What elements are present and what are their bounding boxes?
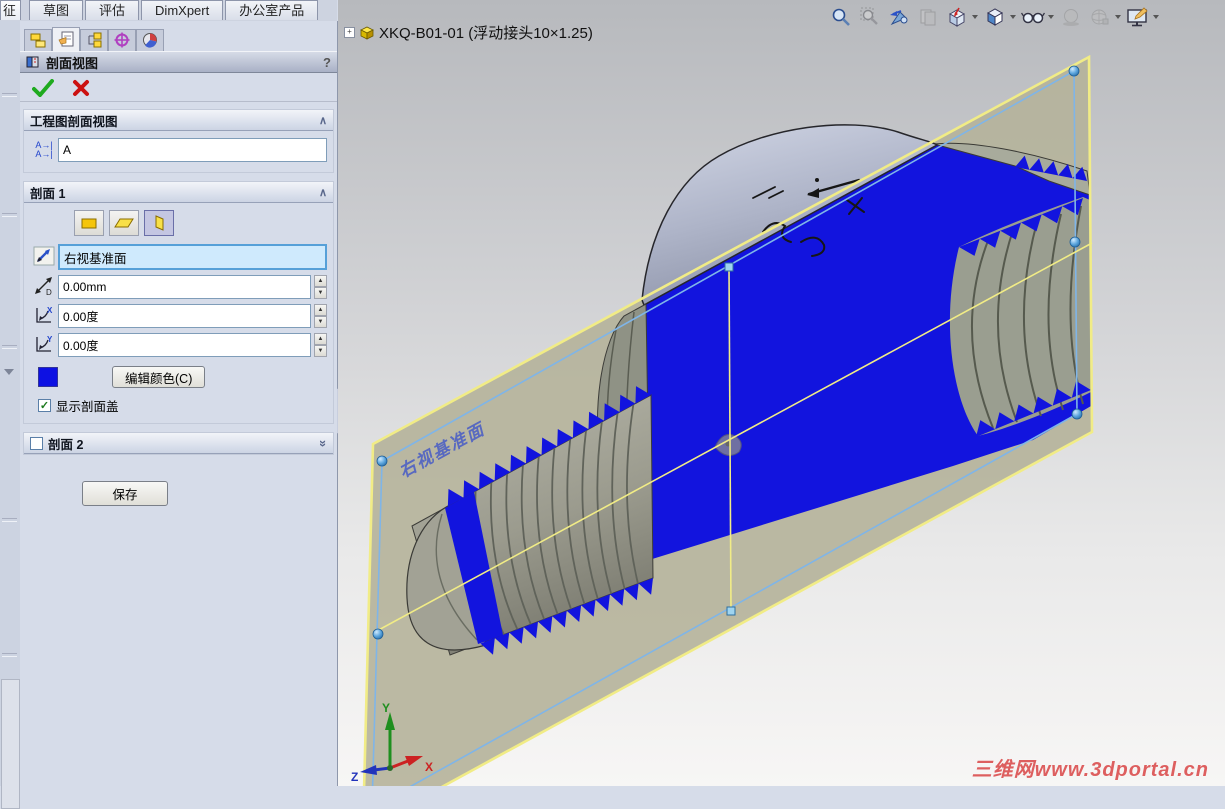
plane-handle-sphere[interactable] xyxy=(376,455,388,467)
section-label-icon: A→| A→| xyxy=(35,140,53,159)
model-scene: 右视基准面 Y X Z xyxy=(351,54,1094,786)
collapsed-feature-tree-strip xyxy=(0,21,21,809)
triad-y-label: Y xyxy=(382,701,390,715)
save-button[interactable]: 保存 xyxy=(82,481,168,506)
expand-chevron-icon[interactable]: » xyxy=(316,439,331,446)
view-orientation-icon[interactable] xyxy=(983,5,1007,29)
group-header[interactable]: 剖面 1 ∧ xyxy=(24,182,333,203)
view-toolbar xyxy=(829,5,1159,29)
dropdown-arrow-icon[interactable] xyxy=(1115,15,1121,19)
zoom-selection-icon[interactable] xyxy=(887,5,911,29)
tab-evaluate[interactable]: 评估 xyxy=(85,0,140,20)
strip-divider xyxy=(2,213,17,217)
flyout-feature-tree[interactable]: + XKQ-B01-01 (浮动接头10×1.25) xyxy=(344,22,593,43)
display-manager-tab[interactable] xyxy=(136,29,164,51)
dropdown-arrow-icon[interactable] xyxy=(972,15,978,19)
plane-handle-square[interactable] xyxy=(726,606,736,616)
strip-sub-panel xyxy=(1,679,20,809)
offset-distance-field[interactable] xyxy=(58,275,311,299)
property-manager-tab[interactable] xyxy=(52,27,80,51)
plane-handle-square[interactable] xyxy=(724,262,734,272)
collapse-chevron-icon[interactable]: ∧ xyxy=(319,186,327,199)
watermark-text: 三维网www.3dportal.cn xyxy=(971,759,1209,781)
svg-text:D: D xyxy=(46,288,52,296)
collapse-chevron-icon[interactable]: ∧ xyxy=(319,114,327,127)
tab-features-clipped[interactable]: 征 xyxy=(0,0,22,20)
tab-dimxpert[interactable]: DimXpert xyxy=(141,0,224,20)
plane-handle-sphere[interactable] xyxy=(372,628,384,640)
property-manager-panel: 剖面视图 ? 工程图剖面视图 ∧ A→|A→| 剖面 1 ∧ xyxy=(20,21,338,786)
x-rotation-field[interactable] xyxy=(58,304,311,328)
strip-divider xyxy=(2,93,17,97)
ok-cancel-row xyxy=(20,74,337,102)
plane-handle-sphere[interactable] xyxy=(1068,65,1080,77)
reference-plane-icon xyxy=(30,246,58,269)
plane-front-button[interactable] xyxy=(74,210,104,236)
panel-title: 剖面视图 xyxy=(46,55,99,71)
dropdown-arrow-icon[interactable] xyxy=(1010,15,1016,19)
ok-button[interactable] xyxy=(32,78,54,97)
zoom-fit-icon[interactable] xyxy=(829,5,853,29)
section2-group: 剖面 2 » xyxy=(23,432,334,455)
section-view-icon[interactable] xyxy=(945,5,969,29)
part-icon xyxy=(360,26,374,40)
plane-orientation-buttons xyxy=(74,210,327,236)
expand-tree-icon[interactable]: + xyxy=(344,27,355,38)
edit-scene-icon[interactable] xyxy=(1126,5,1150,29)
offset-spinner[interactable]: ▲ ▼ xyxy=(314,275,327,299)
plane-top-button[interactable] xyxy=(109,210,139,236)
section-view-panel-icon xyxy=(26,56,39,68)
svg-text:X: X xyxy=(47,306,53,315)
tab-sketch[interactable]: 草图 xyxy=(29,0,84,20)
manager-tab-bar xyxy=(24,27,164,51)
command-manager-tabs: 征草图 评估 DimXpert 办公室产品 xyxy=(0,0,337,22)
zoom-area-icon[interactable] xyxy=(858,5,882,29)
previous-view-icon[interactable] xyxy=(916,5,940,29)
section-label-input[interactable] xyxy=(58,138,327,162)
plane-side-button[interactable] xyxy=(144,210,174,236)
drawing-section-view-group: 工程图剖面视图 ∧ A→| A→| xyxy=(23,109,334,173)
feature-manager-tab[interactable] xyxy=(24,29,52,51)
dimxpert-manager-tab[interactable] xyxy=(108,29,136,51)
appearance-icon[interactable] xyxy=(1088,5,1112,29)
strip-dropdown-arrow[interactable] xyxy=(4,369,14,375)
shadows-icon[interactable] xyxy=(1059,5,1083,29)
model-title-label: XKQ-B01-01 (浮动接头10×1.25) xyxy=(379,25,593,42)
svg-text:Y: Y xyxy=(47,335,53,344)
y-rotation-icon: Y xyxy=(30,334,58,357)
group-title: 剖面 2 xyxy=(48,437,84,452)
offset-distance-icon: D xyxy=(30,276,58,299)
dropdown-arrow-icon[interactable] xyxy=(1048,15,1054,19)
x-rotation-icon: X xyxy=(30,305,58,328)
panel-header: 剖面视图 ? xyxy=(20,51,337,73)
display-style-icon[interactable] xyxy=(1021,5,1045,29)
group-header[interactable]: 剖面 2 » xyxy=(24,433,333,454)
group-title: 工程图剖面视图 xyxy=(30,114,118,129)
section1-group: 剖面 1 ∧ D ▲▼ X xyxy=(23,181,334,424)
help-button[interactable]: ? xyxy=(323,55,331,70)
section-color-swatch[interactable] xyxy=(38,367,58,387)
x-rotation-spinner[interactable]: ▲ ▼ xyxy=(314,304,327,328)
section2-checkbox[interactable] xyxy=(30,436,43,450)
y-rotation-spinner[interactable]: ▲ ▼ xyxy=(314,333,327,357)
plane-handle-sphere[interactable] xyxy=(1071,408,1083,420)
cancel-button[interactable] xyxy=(72,79,90,97)
triad-z-label: Z xyxy=(351,770,358,784)
y-rotation-field[interactable] xyxy=(58,333,311,357)
configuration-manager-tab[interactable] xyxy=(80,29,108,51)
group-title: 剖面 1 xyxy=(30,186,66,201)
strip-divider xyxy=(2,345,17,349)
reference-plane-field[interactable] xyxy=(58,244,327,270)
plane-handle-sphere[interactable] xyxy=(1069,236,1081,248)
dropdown-arrow-icon[interactable] xyxy=(1153,15,1159,19)
strip-divider xyxy=(2,518,17,522)
edit-color-button[interactable]: 编辑颜色(C) xyxy=(112,366,206,388)
group-header[interactable]: 工程图剖面视图 ∧ xyxy=(24,110,333,131)
show-cap-checkbox[interactable]: ✓ xyxy=(38,399,51,412)
tab-office-products[interactable]: 办公室产品 xyxy=(225,0,319,20)
show-cap-label: 显示剖面盖 xyxy=(56,400,119,414)
triad-x-label: X xyxy=(425,760,433,774)
graphics-viewport[interactable]: 右视基准面 Y X Z + XKQ-B01-01 (浮动接头10×1.25) 三… xyxy=(338,0,1225,786)
strip-divider xyxy=(2,653,17,657)
